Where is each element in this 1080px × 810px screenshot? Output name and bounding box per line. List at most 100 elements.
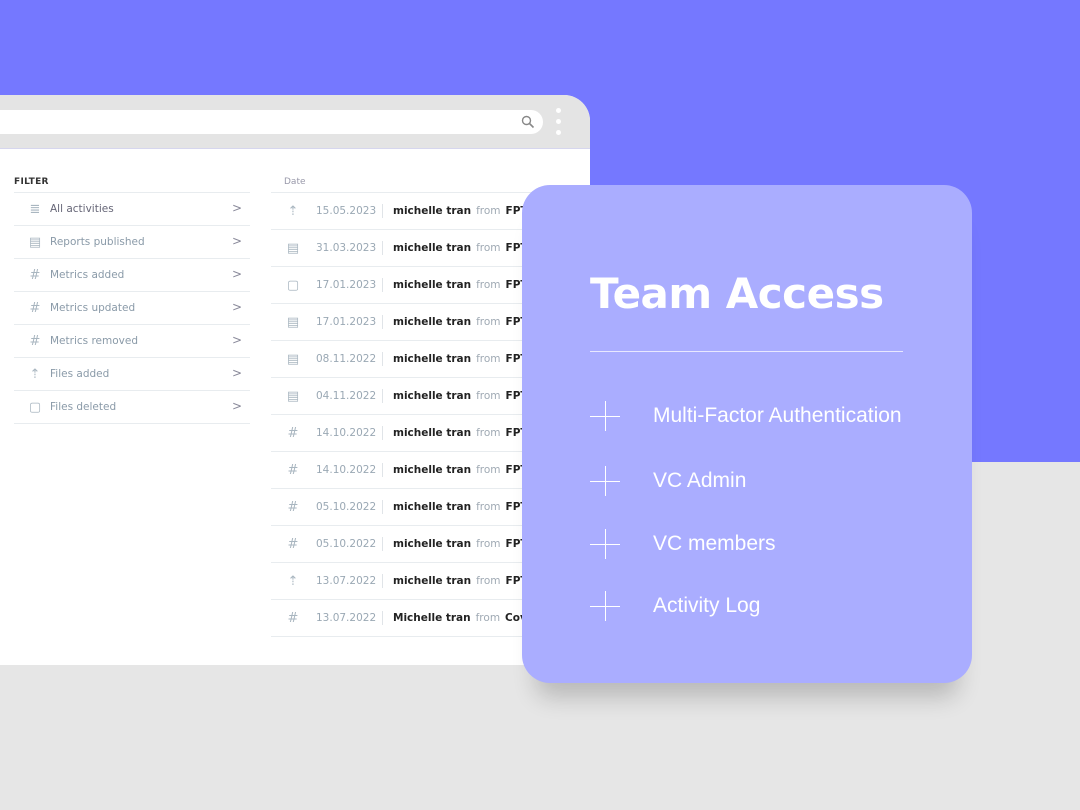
divider (590, 351, 903, 352)
more-options-icon[interactable] (556, 108, 562, 141)
separator (382, 204, 383, 218)
from-label: from (476, 501, 501, 513)
file-upload-icon: ⇡ (29, 366, 41, 382)
separator (382, 537, 383, 551)
from-label: from (476, 316, 501, 328)
card-title: Team Access (590, 269, 884, 318)
from-label: from (476, 464, 501, 476)
report-icon: ▤ (286, 240, 300, 256)
file-delete-icon: ▢ (286, 277, 300, 293)
toolbar (0, 95, 590, 149)
from-label: from (476, 353, 501, 365)
team-access-card: Team Access Multi-Factor Authentication V… (522, 185, 972, 683)
user-name: michelle tran (393, 501, 472, 513)
report-icon: ▤ (286, 351, 300, 367)
filter-item-label: Reports published (50, 236, 145, 248)
filter-item[interactable]: ▤ Reports published > (14, 226, 250, 259)
row-date: 17.01.2023 (316, 316, 377, 328)
filter-item[interactable]: # Metrics added > (14, 259, 250, 292)
user-name: michelle tran (393, 538, 472, 550)
row-date: 08.11.2022 (316, 353, 377, 365)
feature-item[interactable]: VC Admin (590, 466, 746, 496)
filter-item-label: Metrics added (50, 269, 125, 281)
search-input[interactable] (0, 110, 543, 134)
hash-edit-icon: # (29, 333, 41, 349)
feature-label: Activity Log (653, 594, 761, 617)
filter-item-label: Files deleted (50, 401, 117, 413)
chevron-right-icon: > (231, 333, 242, 347)
from-label: from (476, 242, 501, 254)
separator (382, 352, 383, 366)
separator (382, 574, 383, 588)
user-name: michelle tran (393, 353, 472, 365)
filter-item-label: Metrics updated (50, 302, 136, 314)
from-label: from (476, 427, 501, 439)
search-icon[interactable] (521, 115, 535, 129)
feature-item[interactable]: VC members (590, 529, 776, 559)
filter-item[interactable]: ⇡ Files added > (14, 358, 250, 391)
user-name: Michelle tran (393, 612, 471, 624)
row-date: 13.07.2022 (316, 612, 377, 624)
from-label: from (476, 538, 501, 550)
report-icon: ▤ (28, 234, 42, 250)
row-date: 04.11.2022 (316, 390, 377, 402)
separator (382, 500, 383, 514)
hash-check-icon: # (29, 267, 41, 283)
row-date: 15.05.2023 (316, 205, 377, 217)
row-date: 14.10.2022 (316, 464, 377, 476)
from-label: from (475, 612, 501, 624)
date-column-header[interactable]: Date (284, 177, 306, 187)
plus-icon (590, 591, 620, 621)
from-label: from (476, 205, 501, 217)
hash-edit-icon: # (287, 610, 299, 626)
filter-item-label: Metrics removed (50, 335, 138, 347)
row-date: 17.01.2023 (316, 279, 377, 291)
feature-label: Multi-Factor Authentication (653, 404, 902, 427)
hash-check-icon: # (287, 536, 299, 552)
report-icon: ▤ (286, 314, 300, 330)
user-name: michelle tran (393, 316, 472, 328)
filter-item[interactable]: # Metrics updated > (14, 292, 250, 325)
separator (382, 426, 383, 440)
app-window: FILTER ≣ All activities > ▤ Reports publishe… (0, 95, 590, 665)
hash-check-icon: # (287, 499, 299, 515)
feature-item[interactable]: Activity Log (590, 591, 760, 621)
feature-label: VC Admin (653, 469, 747, 492)
plus-icon (590, 466, 620, 496)
row-date: 05.10.2022 (316, 538, 377, 550)
separator (382, 611, 383, 625)
user-name: michelle tran (393, 427, 472, 439)
user-name: michelle tran (393, 242, 472, 254)
separator (382, 241, 383, 255)
chevron-right-icon: > (231, 300, 242, 314)
from-label: from (476, 575, 501, 587)
feature-item[interactable]: Multi-Factor Authentication (590, 401, 902, 431)
from-label: from (476, 279, 501, 291)
user-name: michelle tran (393, 575, 472, 587)
user-name: michelle tran (393, 279, 472, 291)
chevron-right-icon: > (231, 366, 242, 380)
file-delete-icon: ▢ (28, 399, 42, 415)
filter-item[interactable]: # Metrics removed > (14, 325, 250, 358)
chevron-right-icon: > (231, 201, 242, 215)
filter-item[interactable]: ▢ Files deleted > (14, 391, 250, 424)
file-upload-icon: ⇡ (287, 573, 299, 589)
hash-check-icon: # (287, 462, 299, 478)
plus-icon (590, 401, 620, 431)
hash-edit-icon: # (29, 300, 41, 316)
separator (382, 315, 383, 329)
row-date: 14.10.2022 (316, 427, 377, 439)
file-upload-icon: ⇡ (287, 203, 299, 219)
row-date: 05.10.2022 (316, 501, 377, 513)
separator (382, 278, 383, 292)
chevron-right-icon: > (231, 234, 242, 248)
user-name: michelle tran (393, 205, 472, 217)
filter-item[interactable]: ≣ All activities > (14, 193, 250, 226)
filter-item-label: All activities (50, 203, 114, 215)
hash-check-icon: # (287, 425, 299, 441)
filter-item-label: Files added (50, 368, 110, 380)
from-label: from (476, 390, 501, 402)
filter-title: FILTER (14, 177, 49, 187)
separator (382, 389, 383, 403)
user-name: michelle tran (393, 464, 472, 476)
